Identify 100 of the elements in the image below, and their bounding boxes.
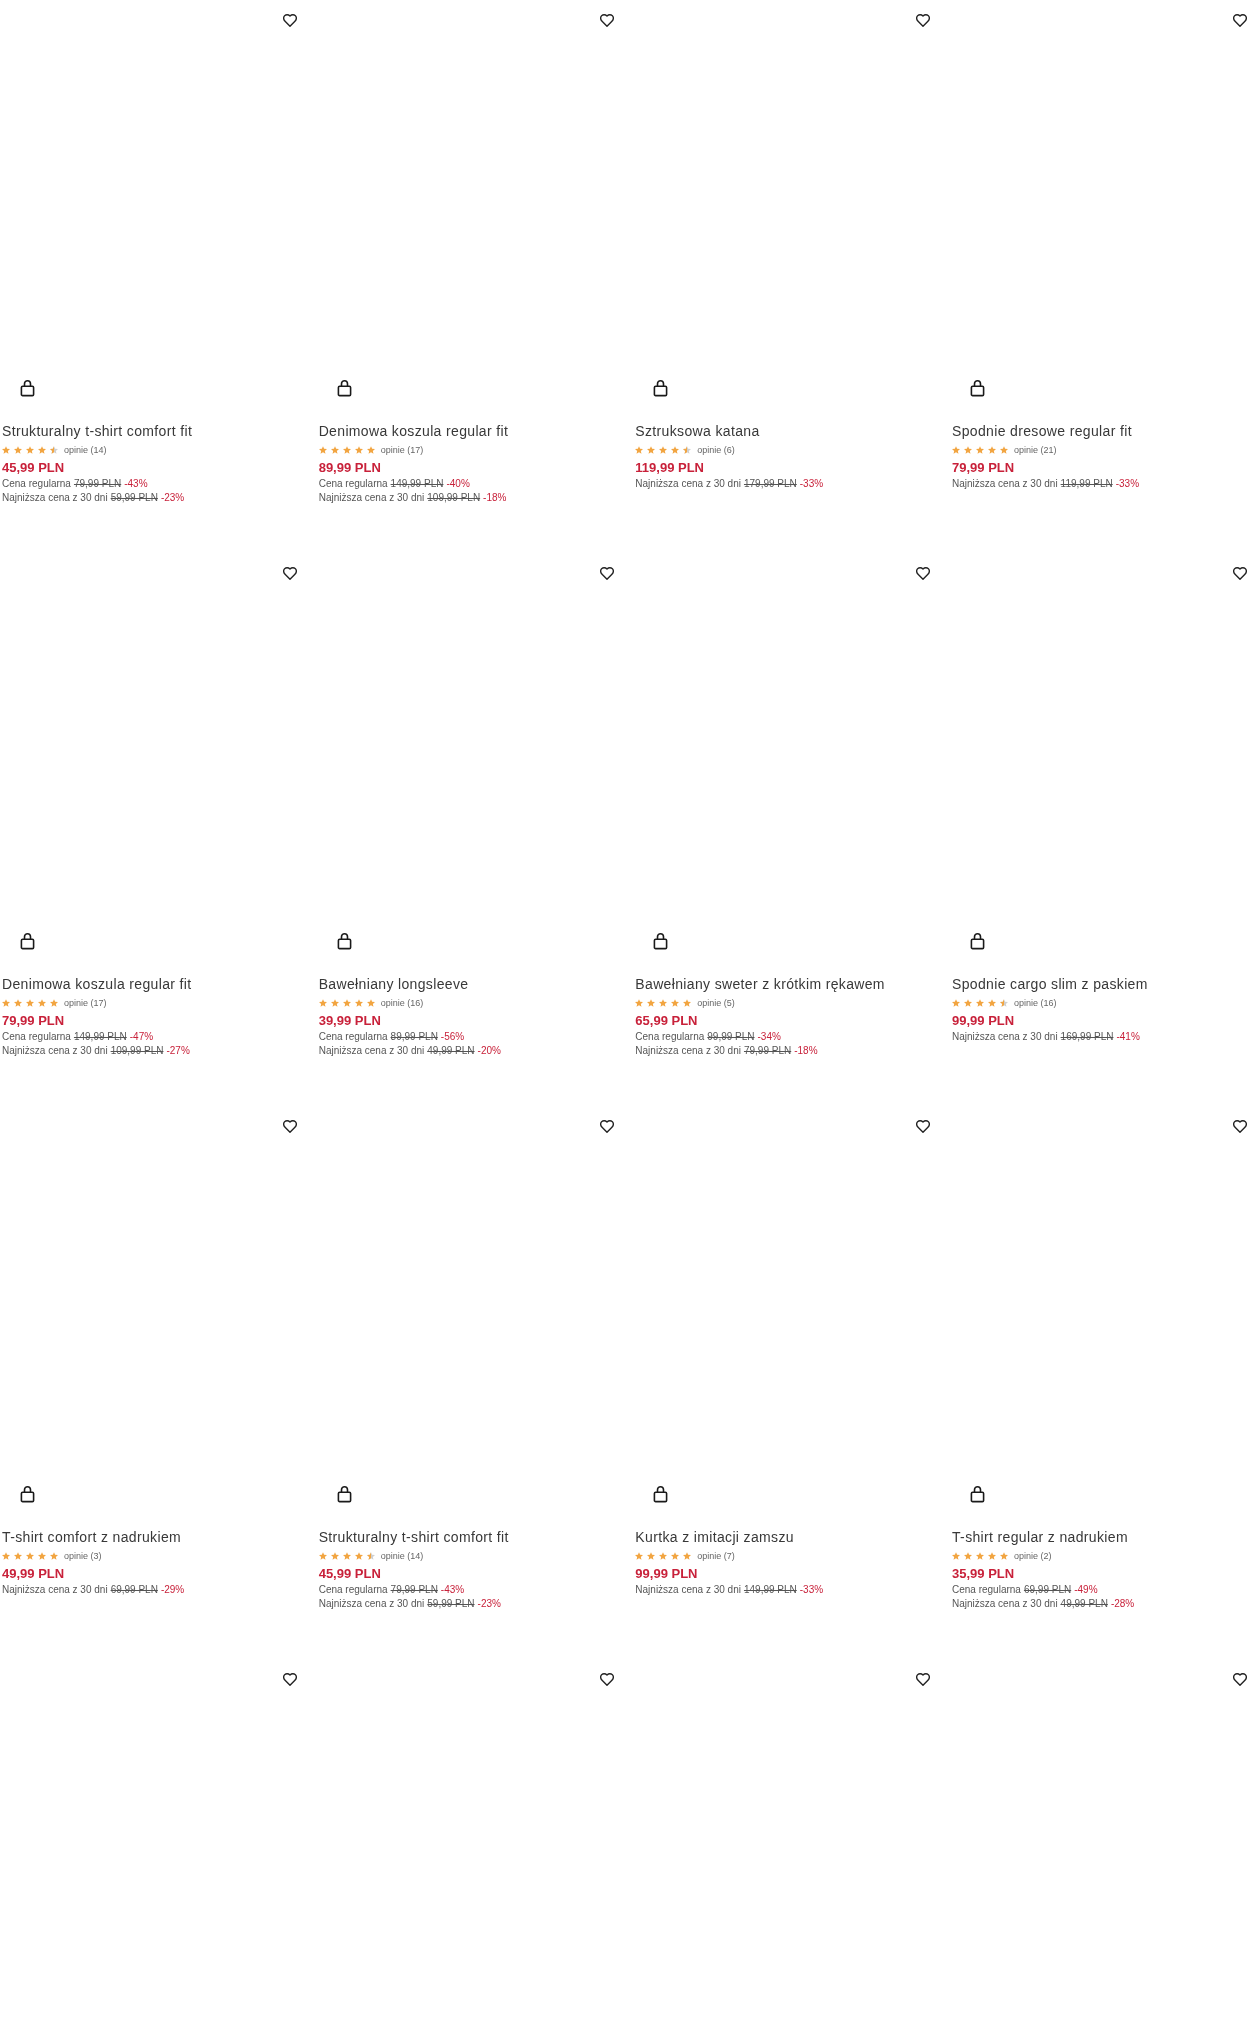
review-count[interactable]: opinie (14) xyxy=(64,445,107,455)
current-price: 119,99 PLN xyxy=(635,459,704,477)
product-name[interactable]: Denimowa koszula regular fit xyxy=(2,975,192,993)
wishlist-button[interactable] xyxy=(281,1671,299,1688)
wishlist-button[interactable] xyxy=(597,12,616,29)
current-price: 45,99 PLN xyxy=(318,1565,381,1583)
heart-icon xyxy=(599,14,614,27)
current-price: 79,99 PLN xyxy=(2,1012,65,1030)
product-name[interactable]: Bawełniany sweter z krótkim rękawem xyxy=(635,975,885,993)
review-count[interactable]: opinie (7) xyxy=(697,1551,735,1561)
half-star-icon xyxy=(366,1552,375,1560)
product-name[interactable]: Kurtka z imitacji zamszu xyxy=(635,1528,794,1546)
discount-percent: -23% xyxy=(477,1597,501,1611)
star-icon xyxy=(38,999,46,1007)
heart-icon xyxy=(916,567,931,580)
shopping-bag-icon xyxy=(20,1485,35,1503)
review-count[interactable]: opinie (2) xyxy=(1014,1551,1052,1561)
star-icon xyxy=(647,446,656,454)
half-star-icon xyxy=(683,446,692,454)
star-icon xyxy=(964,1552,972,1560)
heart-icon xyxy=(1233,567,1247,580)
wishlist-button[interactable] xyxy=(914,1671,933,1688)
product-name[interactable]: T-shirt regular z nadrukiem xyxy=(952,1528,1128,1546)
review-count[interactable]: opinie (21) xyxy=(1014,445,1057,455)
review-count[interactable]: opinie (14) xyxy=(380,1551,424,1561)
product-name[interactable]: Strukturalny t-shirt comfort fit xyxy=(2,422,193,440)
half-star-icon xyxy=(50,446,58,454)
star-icon xyxy=(2,446,10,454)
shopping-bag-icon xyxy=(336,1485,352,1503)
star-icon xyxy=(683,1552,692,1560)
price-note-label: Najniższa cena z 30 dni xyxy=(2,1583,108,1597)
star-icon xyxy=(988,446,996,454)
wishlist-button[interactable] xyxy=(914,565,933,582)
star-icon xyxy=(635,446,644,454)
wishlist-button[interactable] xyxy=(914,1118,933,1135)
wishlist-button[interactable] xyxy=(1231,12,1249,29)
heart-icon xyxy=(283,567,297,580)
review-count[interactable]: opinie (3) xyxy=(64,1551,102,1561)
discount-percent: -18% xyxy=(483,491,507,505)
review-count[interactable]: opinie (5) xyxy=(697,998,735,1008)
review-count[interactable]: opinie (17) xyxy=(64,998,107,1008)
current-price: 65,99 PLN xyxy=(635,1012,698,1030)
half-star-icon xyxy=(1000,999,1008,1007)
heart-icon xyxy=(1233,1120,1247,1133)
old-price: 149,99 PLN xyxy=(743,1583,797,1597)
discount-percent: -33% xyxy=(799,1583,824,1597)
product-name[interactable]: Strukturalny t-shirt comfort fit xyxy=(318,1528,509,1546)
current-price: 39,99 PLN xyxy=(318,1012,381,1030)
discount-percent: -23% xyxy=(160,491,185,505)
wishlist-button[interactable] xyxy=(597,1118,616,1135)
product-name[interactable]: Sztruksowa katana xyxy=(635,422,760,440)
star-icon xyxy=(330,446,339,454)
wishlist-button[interactable] xyxy=(281,12,299,29)
review-count[interactable]: opinie (16) xyxy=(380,998,424,1008)
star-icon xyxy=(659,446,668,454)
star-icon xyxy=(354,446,363,454)
price-note-label: Najniższa cena z 30 dni xyxy=(952,1030,1058,1044)
old-price: 119,99 PLN xyxy=(1060,477,1113,491)
heart-icon xyxy=(283,14,297,27)
review-count[interactable]: opinie (17) xyxy=(380,445,424,455)
discount-percent: -33% xyxy=(1115,477,1140,491)
heart-icon xyxy=(1233,1673,1247,1686)
wishlist-button[interactable] xyxy=(1231,1118,1249,1135)
product-name[interactable]: T-shirt comfort z nadrukiem xyxy=(2,1528,182,1546)
review-count[interactable]: opinie (16) xyxy=(1014,998,1057,1008)
star-icon xyxy=(2,1552,10,1560)
wishlist-button[interactable] xyxy=(281,565,299,582)
wishlist-button[interactable] xyxy=(1231,565,1249,582)
discount-percent: -43% xyxy=(440,1583,465,1597)
star-icon xyxy=(330,1552,339,1560)
product-name[interactable]: Denimowa koszula regular fit xyxy=(318,422,509,440)
discount-percent: -29% xyxy=(160,1583,185,1597)
shopping-bag-icon xyxy=(336,379,352,397)
shopping-bag-icon xyxy=(970,1485,985,1503)
discount-percent: -27% xyxy=(166,1044,190,1058)
wishlist-button[interactable] xyxy=(597,565,616,582)
wishlist-button[interactable] xyxy=(914,12,933,29)
star-icon xyxy=(671,999,680,1007)
old-price: 49,99 PLN xyxy=(427,1044,475,1058)
review-count[interactable]: opinie (6) xyxy=(697,445,735,455)
star-icon xyxy=(671,446,680,454)
discount-percent: -49% xyxy=(1074,1583,1098,1597)
shopping-bag-icon xyxy=(336,932,352,950)
current-price: 99,99 PLN xyxy=(952,1012,1015,1030)
price-note-label: Najniższa cena z 30 dni xyxy=(2,491,108,505)
price-note-label: Najniższa cena z 30 dni xyxy=(635,1044,741,1058)
star-icon xyxy=(342,446,351,454)
old-price: 59,99 PLN xyxy=(427,1597,475,1611)
price-note-label: Cena regularna xyxy=(952,1583,1021,1597)
wishlist-button[interactable] xyxy=(597,1671,616,1688)
shopping-bag-icon xyxy=(653,932,669,950)
star-icon xyxy=(26,1552,34,1560)
wishlist-button[interactable] xyxy=(281,1118,299,1135)
product-name[interactable]: Bawełniany longsleeve xyxy=(318,975,469,993)
wishlist-button[interactable] xyxy=(1231,1671,1249,1688)
star-icon xyxy=(976,446,984,454)
heart-icon xyxy=(599,1673,614,1686)
shopping-bag-icon xyxy=(970,932,985,950)
product-name[interactable]: Spodnie dresowe regular fit xyxy=(952,422,1132,440)
product-name[interactable]: Spodnie cargo slim z paskiem xyxy=(952,975,1148,993)
